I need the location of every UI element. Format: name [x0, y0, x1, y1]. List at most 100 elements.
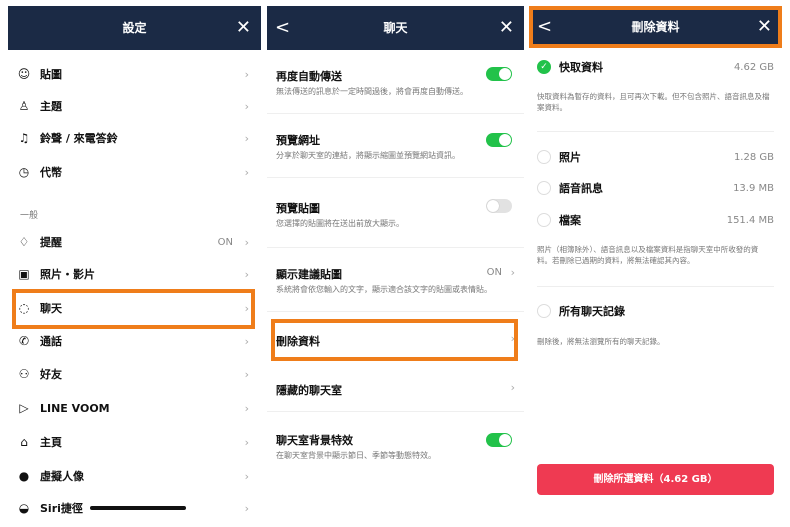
music-icon: ♫	[18, 131, 30, 145]
setting-sticker-preview[interactable]: 預覽貼圖 您選擇的貼圖將在送出前放大顯示。	[267, 178, 524, 248]
suggested-stickers-status: ON	[486, 267, 502, 278]
radio-button[interactable]	[537, 150, 551, 164]
photo-icon: ▣	[18, 267, 30, 281]
background-effects-toggle[interactable]	[486, 433, 512, 447]
chevron-right-icon: ›	[244, 131, 249, 145]
settings-item-friends[interactable]: ⚇ 好友 ›	[8, 358, 261, 390]
settings-item-label: Siri捷徑	[40, 502, 83, 515]
friends-icon: ⚇	[18, 367, 30, 381]
settings-item-label: 照片・影片	[40, 268, 95, 281]
settings-item-label: 主題	[40, 100, 62, 113]
radio-button[interactable]	[537, 304, 551, 318]
checkmark-icon[interactable]: ✓	[537, 60, 551, 74]
auto-resend-toggle[interactable]	[486, 67, 512, 81]
setting-hidden-chats[interactable]: 隱藏的聊天室 ›	[267, 364, 524, 412]
play-icon: ▷	[19, 401, 29, 415]
radio-button[interactable]	[537, 181, 551, 195]
settings-item-avatar[interactable]: ● 虛擬人像 ›	[8, 460, 261, 492]
chevron-right-icon: ›	[244, 165, 249, 179]
settings-item-label: 貼圖	[40, 68, 62, 81]
settings-item-label: 鈴聲 / 來電答鈴	[40, 132, 118, 145]
setting-title: 預覽貼圖	[276, 202, 320, 215]
option-files[interactable]: 檔案 151.4 MB	[529, 209, 782, 231]
setting-auto-resend[interactable]: 再度自動傳送 無法傳送的訊息於一定時間過後，將會再度自動傳送。	[267, 50, 524, 114]
setting-title: 預覽網址	[276, 134, 320, 147]
chevron-right-icon: ›	[244, 267, 249, 281]
settings-header: 設定 ✕	[8, 6, 261, 50]
chevron-right-icon: ›	[244, 235, 249, 249]
chevron-right-icon: ›	[244, 67, 249, 81]
sticker-preview-toggle[interactable]	[486, 199, 512, 213]
setting-suggested-stickers[interactable]: 顯示建議貼圖 系統將會依您輸入的文字，顯示適合該文字的貼圖或表情貼。 ON ›	[267, 248, 524, 312]
setting-chat-background-effects[interactable]: 聊天室背景特效 在聊天室背景中顯示節日、季節等動態特效。	[267, 412, 524, 476]
settings-item-siri[interactable]: ◒ Siri捷徑 ›	[8, 492, 261, 524]
chevron-right-icon: ›	[244, 367, 249, 381]
close-icon[interactable]: ✕	[236, 6, 251, 50]
setting-desc: 系統將會依您輸入的文字，顯示適合該文字的貼圖或表情貼。	[276, 285, 492, 294]
option-label: 快取資料	[559, 61, 603, 74]
settings-item-themes[interactable]: ♙ 主題 ›	[8, 90, 261, 122]
settings-item-label: LINE VOOM	[40, 401, 110, 415]
home-icon: ⌂	[20, 435, 28, 449]
option-all-chat-history[interactable]: 所有聊天記錄	[529, 300, 782, 322]
setting-title: 隱藏的聊天室	[276, 384, 342, 397]
settings-item-label: 代幣	[40, 166, 62, 179]
section-general-label: 一般	[20, 211, 39, 221]
settings-item-label: 好友	[40, 368, 62, 381]
option-size: 151.4 MB	[726, 214, 774, 226]
highlight-chats	[12, 289, 255, 329]
option-photos[interactable]: 照片 1.28 GB	[529, 146, 782, 168]
settings-panel: 設定 ✕ ☺ 貼圖 › ♙ 主題 › ♫ 鈴聲 / 來電答鈴 › ◷ 代幣 › …	[8, 0, 261, 527]
settings-item-label: 主頁	[40, 436, 62, 449]
close-icon[interactable]: ✕	[499, 6, 514, 50]
radio-button[interactable]	[537, 213, 551, 227]
settings-item-calls[interactable]: ✆ 通話 ›	[8, 325, 261, 357]
setting-desc: 在聊天室背景中顯示節日、季節等動態特效。	[276, 451, 436, 460]
delete-selected-button[interactable]: 刪除所選資料（4.62 GB）	[537, 464, 774, 495]
setting-desc: 分享於聊天室的連結，將顯示縮圖並預覽網站資訊。	[276, 151, 460, 160]
settings-item-voom[interactable]: ▷ LINE VOOM ›	[8, 392, 261, 424]
link-preview-toggle[interactable]	[486, 133, 512, 147]
highlight-delete-data	[271, 319, 518, 361]
theme-icon: ♙	[18, 99, 30, 113]
settings-item-label: 虛擬人像	[40, 470, 84, 483]
chevron-right-icon: ›	[244, 501, 249, 515]
setting-desc: 無法傳送的訊息於一定時間過後，將會再度自動傳送。	[276, 87, 468, 96]
option-size: 13.9 MB	[733, 182, 774, 194]
siri-icon: ◒	[18, 501, 30, 515]
chevron-right-icon: ›	[244, 99, 249, 113]
media-note: 照片（相簿除外）、語音訊息以及檔案資料是指聊天室中所收發的資料。若刪除已過期的資…	[537, 245, 759, 265]
settings-item-home[interactable]: ⌂ 主頁 ›	[8, 426, 261, 458]
chats-title: 聊天	[383, 21, 408, 35]
home-indicator	[90, 506, 186, 510]
settings-item-notifications[interactable]: ♢ 提醒 ON ›	[8, 226, 261, 258]
setting-title: 顯示建議貼圖	[276, 268, 342, 281]
sticker-icon: ☺	[17, 67, 31, 81]
coin-icon: ◷	[18, 165, 30, 179]
option-voice-messages[interactable]: 語音訊息 13.9 MB	[529, 177, 782, 199]
option-cache[interactable]: ✓ 快取資料 4.62 GB	[529, 56, 782, 78]
option-label: 檔案	[559, 214, 581, 227]
divider	[537, 286, 774, 287]
option-label: 所有聊天記錄	[559, 305, 625, 318]
option-label: 照片	[559, 151, 581, 164]
settings-item-ringtones[interactable]: ♫ 鈴聲 / 來電答鈴 ›	[8, 122, 261, 154]
setting-link-preview[interactable]: 預覽網址 分享於聊天室的連結，將顯示縮圖並預覽網站資訊。	[267, 114, 524, 178]
highlight-delete-header	[529, 6, 782, 48]
settings-title: 設定	[122, 21, 147, 35]
chevron-right-icon: ›	[510, 381, 515, 394]
setting-title: 聊天室背景特效	[276, 434, 353, 447]
chevron-right-icon: ›	[244, 334, 249, 348]
phone-icon: ✆	[18, 334, 30, 348]
option-label: 語音訊息	[559, 182, 603, 195]
settings-item-photos[interactable]: ▣ 照片・影片 ›	[8, 258, 261, 290]
setting-desc: 您選擇的貼圖將在送出前放大顯示。	[276, 219, 404, 228]
chevron-right-icon: ›	[244, 435, 249, 449]
chevron-right-icon: ›	[244, 401, 249, 415]
bell-icon: ♢	[18, 235, 30, 249]
settings-item-stickers[interactable]: ☺ 貼圖 ›	[8, 58, 261, 90]
settings-item-coins[interactable]: ◷ 代幣 ›	[8, 156, 261, 188]
option-size: 1.28 GB	[733, 151, 774, 163]
chats-header: < 聊天 ✕	[267, 6, 524, 50]
notifications-status: ON	[217, 236, 233, 248]
